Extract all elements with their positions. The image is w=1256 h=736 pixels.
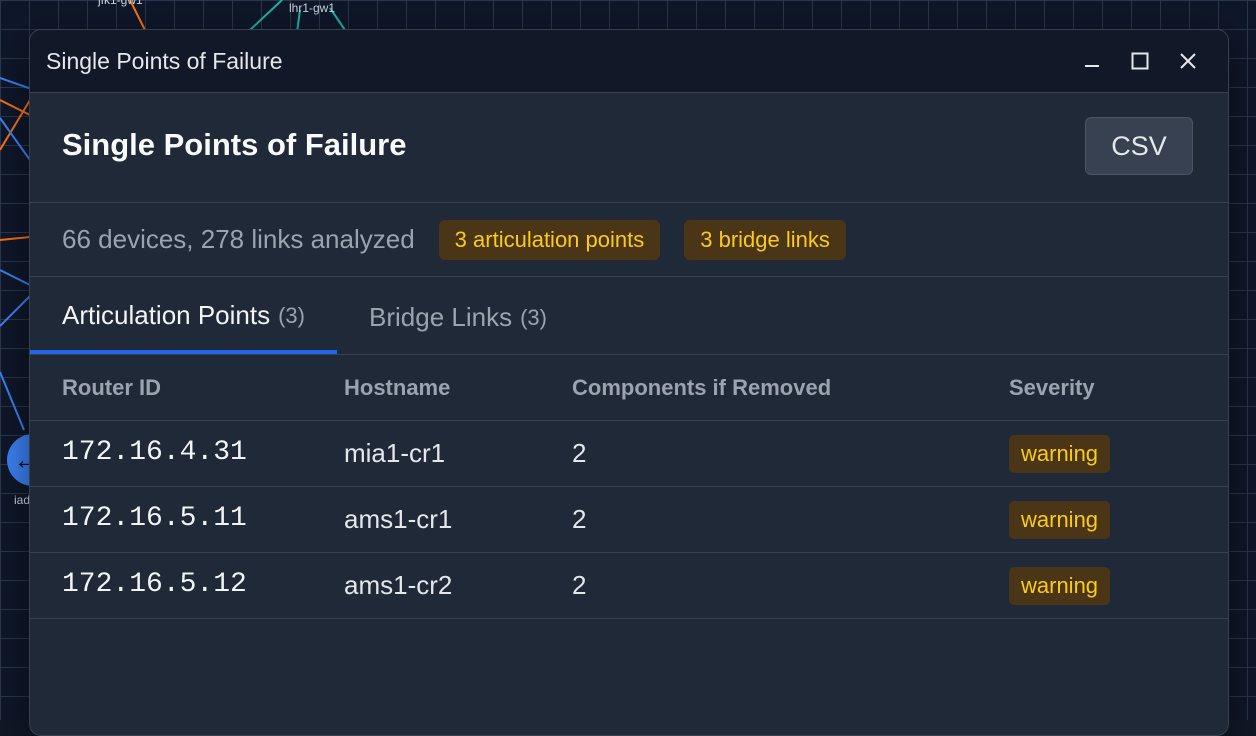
tab-bar: Articulation Points (3) Bridge Links (3)	[30, 277, 1228, 355]
components-cell: 2	[572, 420, 1009, 487]
bg-node-label: iad	[14, 493, 31, 507]
tab-count: (3)	[278, 302, 305, 328]
window-titlebar[interactable]: Single Points of Failure	[30, 30, 1228, 93]
tab-label: Articulation Points	[62, 300, 271, 330]
severity-badge: warning	[1009, 566, 1111, 605]
router-id-cell: 172.16.5.11	[62, 503, 247, 534]
analysis-summary: 66 devices, 278 links analyzed 3 articul…	[30, 203, 1228, 277]
tab-label: Bridge Links	[369, 302, 513, 332]
bridge-count-badge: 3 bridge links	[684, 219, 846, 260]
table-header-row: Router ID Hostname Components if Removed…	[30, 355, 1228, 421]
column-header-components[interactable]: Components if Removed	[572, 355, 1009, 421]
spof-window: Single Points of Failure Single Points o…	[29, 29, 1229, 736]
articulation-points-table: Router ID Hostname Components if Removed…	[30, 355, 1228, 619]
router-id-cell: 172.16.4.31	[62, 437, 247, 468]
articulation-count-badge: 3 articulation points	[438, 219, 661, 260]
components-cell: 2	[572, 552, 1009, 619]
tab-bridge-links[interactable]: Bridge Links (3)	[337, 277, 579, 354]
table-row[interactable]: 172.16.5.12 ams1-cr2 2 warning	[30, 552, 1228, 619]
close-icon	[1180, 53, 1196, 69]
hostname-cell: ams1-cr2	[344, 552, 572, 619]
minimize-button[interactable]	[1068, 41, 1116, 81]
window-title: Single Points of Failure	[46, 47, 283, 74]
hostname-cell: mia1-cr1	[344, 420, 572, 487]
table-row[interactable]: 172.16.4.31 mia1-cr1 2 warning	[30, 420, 1228, 487]
severity-badge: warning	[1009, 500, 1111, 539]
csv-export-button[interactable]: CSV	[1085, 117, 1193, 175]
router-id-cell: 172.16.5.12	[62, 569, 247, 600]
hostname-cell: ams1-cr1	[344, 486, 572, 553]
column-header-router-id[interactable]: Router ID	[30, 355, 344, 421]
page-title: Single Points of Failure	[62, 127, 407, 162]
summary-text: 66 devices, 278 links analyzed	[62, 224, 415, 254]
minimize-icon	[1085, 65, 1099, 67]
column-header-hostname[interactable]: Hostname	[344, 355, 572, 421]
severity-badge: warning	[1009, 434, 1111, 473]
column-header-severity[interactable]: Severity	[1009, 355, 1228, 421]
tab-articulation-points[interactable]: Articulation Points (3)	[30, 277, 337, 354]
maximize-button[interactable]	[1116, 41, 1164, 81]
close-button[interactable]	[1164, 41, 1212, 81]
table-row[interactable]: 172.16.5.11 ams1-cr1 2 warning	[30, 486, 1228, 553]
bg-node-label: jfk1-gw1	[98, 0, 143, 7]
panel-header: Single Points of Failure CSV	[30, 93, 1228, 203]
maximize-icon	[1131, 52, 1149, 70]
bg-node-label: lhr1-gw1	[289, 1, 336, 15]
components-cell: 2	[572, 486, 1009, 553]
tab-count: (3)	[520, 304, 547, 330]
